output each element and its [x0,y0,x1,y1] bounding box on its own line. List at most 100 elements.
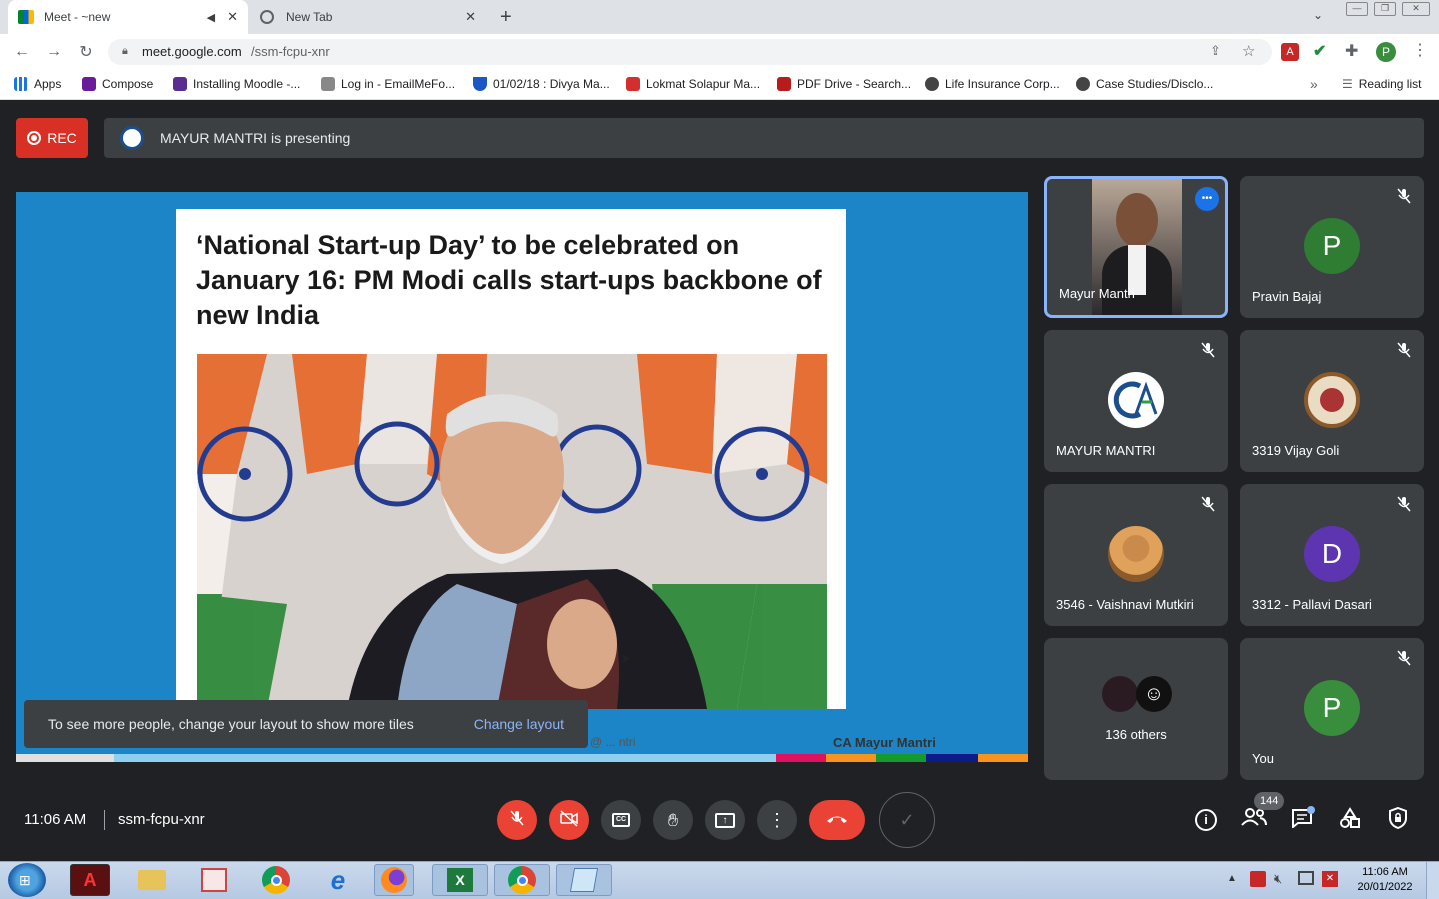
close-tab-icon[interactable]: ✕ [465,9,476,25]
show-hidden-icons-icon[interactable]: ▲ [1227,873,1237,884]
avatar: P [1304,680,1360,736]
taskbar-notepad[interactable] [556,864,612,896]
taskbar-chrome-active[interactable] [494,864,550,896]
extensions-puzzle-icon[interactable]: ✚ [1345,41,1358,61]
activities-button[interactable] [1334,804,1366,836]
folder-icon [138,870,166,890]
meeting-details-button[interactable]: i [1190,804,1222,836]
tab-mute-icon[interactable]: ◀ [207,11,215,24]
forward-arrow-icon[interactable]: → [43,41,65,63]
tab-meet[interactable]: Meet - ~new ◀ ✕ [8,0,248,34]
bookmark-lic[interactable]: Life Insurance Corp... [925,74,1060,94]
bookmark-star-icon[interactable]: ☆ [1242,42,1255,60]
new-tab-button[interactable]: + [500,6,512,29]
meet-favicon-icon [18,10,34,24]
taskbar-explorer[interactable] [132,864,172,896]
hand-icon: ✋︎ [667,809,679,830]
shield-lock-icon [1388,806,1408,834]
camera-toggle-button[interactable] [549,800,589,840]
show-desktop-button[interactable] [1426,862,1439,899]
extension-status-button[interactable]: ✓ [879,792,935,848]
participant-tile-pallavi[interactable]: D 3312 - Pallavi Dasari [1240,484,1424,626]
participant-tile-pravin[interactable]: P Pravin Bajaj [1240,176,1424,318]
present-screen-button[interactable]: ↑ [705,800,745,840]
participant-tile-others[interactable]: ☺ 136 others [1044,638,1228,780]
windows-logo-icon: ⊞ [19,872,31,888]
emblem-avatar [1304,372,1360,428]
change-layout-button[interactable]: Change layout [474,716,564,732]
close-window-icon[interactable]: ✕ [1402,2,1430,16]
captions-button[interactable]: CC [601,800,641,840]
bookmark-pdf-drive[interactable]: PDF Drive - Search... [777,74,911,94]
participant-name: 3319 Vijay Goli [1252,443,1340,458]
mic-off-icon [1200,342,1216,358]
participant-tile-vijay[interactable]: 3319 Vijay Goli [1240,330,1424,472]
taskbar-chrome[interactable] [256,864,296,896]
taskbar-firefox[interactable] [374,864,414,896]
restore-icon[interactable]: ❐ [1374,2,1396,16]
bookmark-lokmat[interactable]: Lokmat Solapur Ma... [626,74,760,94]
participant-tile-mayur-mantri[interactable]: MAYUR MANTRI [1044,330,1228,472]
excel-icon: X [447,868,473,892]
hang-up-icon [826,811,848,829]
bookmark-moodle[interactable]: Installing Moodle -... [173,74,300,94]
chrome-favicon-icon [260,10,274,24]
bookmark-emailmeform[interactable]: Log in - EmailMeFo... [321,74,455,94]
volume-muted-icon[interactable]: 🔇︎ [1274,871,1282,887]
mouse-cursor-icon: ➤ [620,650,632,666]
paint-icon [201,868,227,892]
reading-list-button[interactable]: ☰ Reading list [1342,74,1421,94]
close-tab-icon[interactable]: ✕ [227,9,238,25]
taskbar-clock[interactable]: 11:06 AM 20/01/2022 [1352,866,1418,893]
action-center-icon[interactable]: ✕ [1322,871,1338,887]
share-icon[interactable]: ⇪ [1210,43,1221,59]
recording-indicator[interactable]: REC [16,118,88,158]
reload-icon[interactable]: ↻ [75,41,97,63]
rec-label: REC [47,130,77,146]
tab-new-tab[interactable]: New Tab ✕ [250,0,486,34]
taskbar-excel[interactable]: X [432,864,488,896]
bookmark-apps[interactable]: Apps [14,74,61,94]
address-bar[interactable]: 🔒︎ meet.google.com /ssm-fcpu-xnr ⇪ ☆ [108,39,1272,65]
checkmark-extension-icon[interactable]: ✔ [1313,41,1326,61]
taskbar-internet-explorer[interactable]: e [318,864,358,896]
bookmark-compose[interactable]: Compose [82,74,153,94]
participant-tile-mayur-video[interactable]: ••• Mayur Mantri [1044,176,1228,318]
minimize-icon[interactable]: — [1346,2,1368,16]
slide-headline: ‘National Start-up Day’ to be celebrated… [196,230,822,330]
participant-name: MAYUR MANTRI [1056,443,1156,458]
slide-stripe-navy [926,754,978,762]
start-button[interactable]: ⊞ [8,863,46,897]
moodle-icon [173,77,187,91]
bookmark-divya[interactable]: 01/02/18 : Divya Ma... [473,74,610,94]
taskbar-paint[interactable] [194,864,234,896]
more-options-button[interactable]: ⋮ [757,800,797,840]
avatar: P [1304,218,1360,274]
mic-toggle-button[interactable] [497,800,537,840]
network-icon[interactable] [1298,871,1314,885]
present-icon: ↑ [715,812,735,828]
profile-avatar[interactable]: P [1376,42,1396,62]
more-bookmarks-chevron-icon[interactable]: » [1310,74,1318,94]
tab-search-chevron-down-icon[interactable]: ⌄ [1313,8,1323,22]
acrobat-icon: A [83,869,97,890]
browser-menu-icon[interactable]: ⋮ [1412,40,1428,60]
raise-hand-button[interactable]: ✋︎ [653,800,693,840]
mic-off-icon [1396,188,1412,204]
participant-tile-you[interactable]: P You [1240,638,1424,780]
participant-name: You [1252,751,1274,766]
leave-call-button[interactable] [809,800,865,840]
tray-app-icon[interactable] [1250,871,1266,887]
chat-unread-dot [1307,806,1315,814]
taskbar-acrobat[interactable]: A [70,864,110,896]
acrobat-extension-icon[interactable]: A [1281,43,1299,61]
back-arrow-icon[interactable]: ← [11,41,33,63]
lokmat-icon [626,77,640,91]
mic-off-icon [1396,496,1412,512]
lock-icon: 🔒︎ [122,45,128,57]
camera-off-icon [559,809,579,832]
participant-tile-vaishnavi[interactable]: 3546 - Vaishnavi Mutkiri [1044,484,1228,626]
apps-grid-icon [14,77,28,91]
host-controls-button[interactable] [1382,804,1414,836]
bookmark-case-studies[interactable]: Case Studies/Disclo... [1076,74,1213,94]
